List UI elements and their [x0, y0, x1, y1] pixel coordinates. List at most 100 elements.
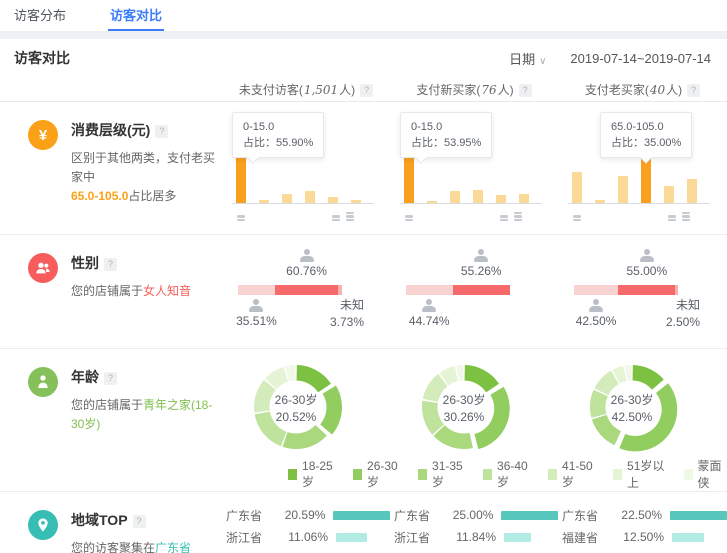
legend-label: 26-30岁: [367, 459, 402, 490]
bar-segment[interactable]: [572, 172, 582, 203]
help-icon[interactable]: ?: [104, 258, 117, 271]
donut-slice-26-30岁[interactable]: [619, 383, 677, 451]
tooltip-range: 65.0-105.0: [611, 119, 681, 135]
donut-slice-26-30岁[interactable]: [474, 387, 509, 449]
visitor-comparison-panel: 访客对比 日期∨ 2019-07-14~2019-07-14 未支付访客(1,5…: [0, 39, 727, 553]
unknown-segment[interactable]: [675, 285, 678, 295]
donut-slice-蒙面侠[interactable]: [625, 365, 631, 381]
male-segment[interactable]: [574, 285, 618, 295]
female-person-icon: [298, 249, 316, 262]
legend-label: 36-40岁: [497, 459, 532, 490]
bar-tooltip: 65.0-105.0占比：35.00%: [600, 112, 692, 158]
donut-slice-36-40岁[interactable]: [255, 412, 287, 447]
gender-ratio-bar[interactable]: [406, 285, 510, 295]
coin-icon: [332, 219, 340, 222]
person-icon: [28, 367, 58, 397]
gender-ratio-bar[interactable]: [574, 285, 678, 295]
help-icon[interactable]: ?: [519, 84, 532, 97]
coin-icon: [682, 212, 690, 215]
bar-segment[interactable]: [404, 155, 414, 203]
donut-slice-31-35岁[interactable]: [283, 425, 327, 449]
legend-label: 41-50岁: [562, 459, 597, 490]
region-row: [226, 548, 390, 553]
donut-slice-36-40岁[interactable]: [590, 390, 608, 418]
region-list-repeat: 广东省22.50%福建省12.50%: [558, 492, 727, 553]
bar-segment[interactable]: [687, 179, 697, 203]
female-segment[interactable]: [453, 285, 510, 295]
coin-icon: [668, 215, 676, 218]
male-segment[interactable]: [406, 285, 453, 295]
help-icon[interactable]: ?: [104, 372, 117, 385]
bar-segment[interactable]: [473, 190, 483, 203]
coin-icon: [573, 219, 581, 222]
female-percentage: 55.26%: [461, 264, 502, 278]
bar-segment[interactable]: [519, 194, 529, 203]
help-icon[interactable]: ?: [155, 125, 168, 138]
donut-slice-18-25岁[interactable]: [465, 365, 499, 392]
coin-icon: [237, 215, 245, 218]
divider-band: [0, 31, 727, 39]
region-name: 广东省: [394, 507, 439, 524]
region-bar: [336, 533, 367, 542]
coin-icon: [514, 215, 522, 218]
region-row: 广东省20.59%: [226, 504, 390, 526]
legend-item-51岁以上[interactable]: 51岁以上: [613, 457, 668, 491]
bar-segment[interactable]: [496, 195, 506, 203]
region-name: 广东省: [226, 507, 271, 524]
donut-slice-18-25岁[interactable]: [633, 365, 664, 390]
bar-tooltip: 0-15.0占比：55.90%: [232, 112, 324, 158]
legend-item-36-40岁[interactable]: 36-40岁: [483, 459, 532, 490]
legend-item-31-35岁[interactable]: 31-35岁: [418, 459, 467, 490]
help-icon[interactable]: ?: [133, 515, 146, 528]
legend-swatch: [418, 469, 427, 480]
unknown-segment[interactable]: [338, 285, 342, 295]
coin-icon: [514, 219, 522, 222]
date-range[interactable]: 2019-07-14~2019-07-14: [570, 51, 711, 66]
unknown-label: 未知3.73%: [330, 297, 364, 331]
coin-stack-icon: [514, 212, 522, 222]
region-list-unpaid: 广东省20.59%浙江省11.06%: [222, 492, 390, 553]
coin-icon: [405, 219, 413, 222]
help-icon[interactable]: ?: [687, 84, 700, 97]
female-segment[interactable]: [618, 285, 675, 295]
donut-slice-31-35岁[interactable]: [592, 415, 621, 445]
bar-segment[interactable]: [618, 176, 628, 203]
region-row: [562, 548, 727, 553]
region-bar: [504, 533, 531, 542]
axis-line: [400, 203, 542, 204]
bar-segment[interactable]: [664, 186, 674, 203]
bar-segment[interactable]: [282, 194, 292, 203]
legend-swatch: [353, 469, 362, 480]
legend-item-18-25岁[interactable]: 18-25岁: [288, 459, 337, 490]
legend-item-蒙面侠[interactable]: 蒙面侠: [684, 457, 727, 491]
unknown-caption: 未知: [666, 297, 700, 314]
column-header-repeat-buyers: 支付老买家(40人)?: [558, 81, 727, 98]
age-donut-chart-new: 26-30岁30.26%: [416, 359, 512, 455]
date-dropdown[interactable]: 日期∨: [509, 49, 546, 68]
coin-icon: [500, 219, 508, 222]
bar-segment[interactable]: [305, 191, 315, 203]
legend-item-41-50岁[interactable]: 41-50岁: [548, 459, 597, 490]
region-name: 浙江省: [226, 529, 272, 546]
tab-visitor-distribution[interactable]: 访客分布: [12, 0, 68, 31]
female-segment[interactable]: [275, 285, 338, 295]
age-donut-svg: [584, 359, 680, 455]
legend-item-26-30岁[interactable]: 26-30岁: [353, 459, 402, 490]
help-icon[interactable]: ?: [360, 84, 373, 97]
donut-slice-18-25岁[interactable]: [297, 365, 331, 392]
region-percentage: 12.50%: [608, 530, 664, 544]
region-row: [394, 548, 558, 553]
male-segment[interactable]: [238, 285, 275, 295]
coin-icon: [405, 215, 413, 218]
coin-stack-icon: [668, 215, 676, 221]
region-percentage: 25.00%: [439, 508, 494, 522]
region-row: 福建省12.50%: [562, 526, 727, 548]
female-person-icon: [472, 249, 490, 262]
tab-visitor-comparison[interactable]: 访客对比: [108, 0, 164, 31]
bar-segment[interactable]: [236, 155, 246, 203]
donut-slice-31-35岁[interactable]: [434, 425, 473, 449]
coin-stack-icon: [346, 212, 354, 222]
gender-ratio-bar[interactable]: [238, 285, 342, 295]
donut-slice-26-30岁[interactable]: [320, 386, 342, 435]
bar-segment[interactable]: [450, 191, 460, 203]
